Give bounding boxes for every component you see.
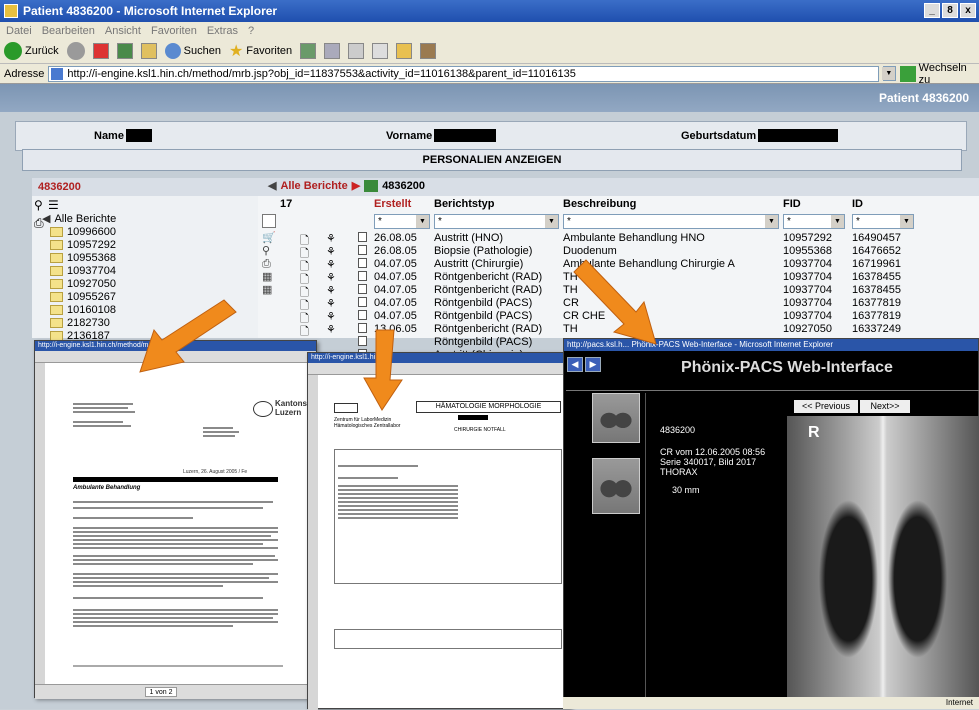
arrow-right <box>573 259 657 345</box>
arrow-middle <box>363 329 403 411</box>
arrow-left <box>139 299 237 373</box>
annotation-arrows <box>139 259 657 411</box>
